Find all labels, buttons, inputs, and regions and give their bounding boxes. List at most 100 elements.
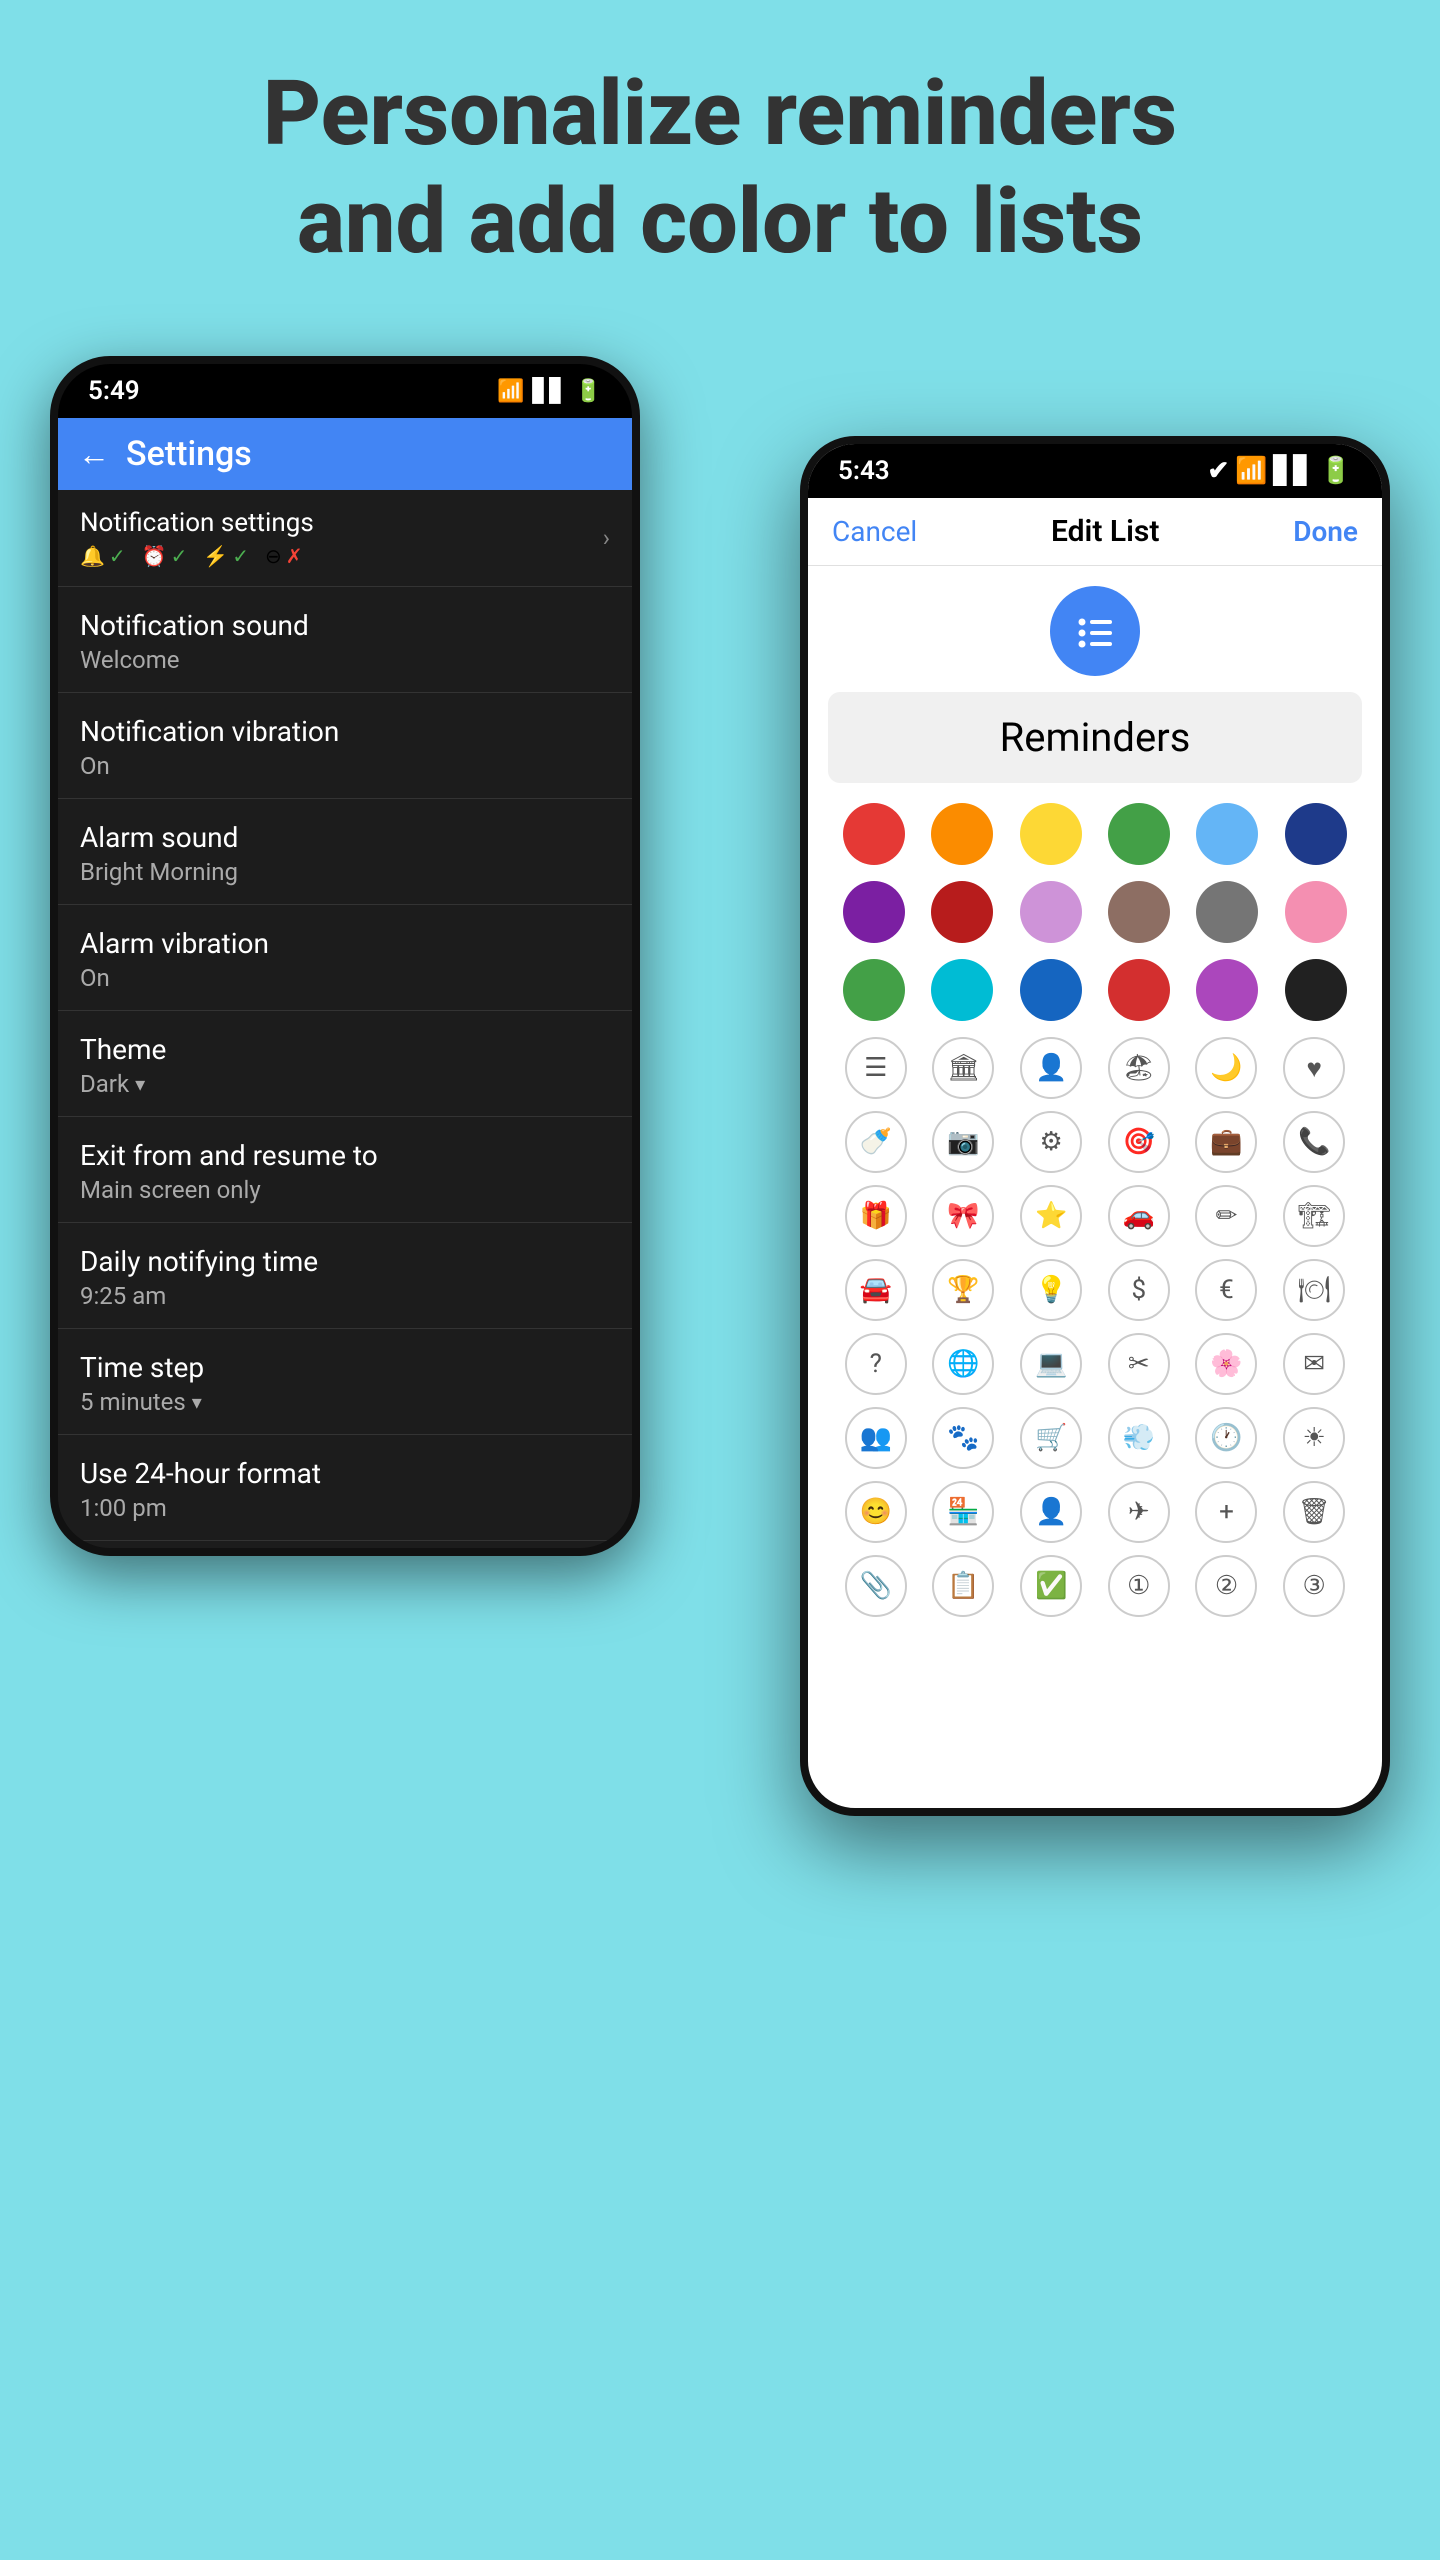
icon-person[interactable]: 👤 bbox=[1020, 1037, 1082, 1099]
icon-vehicle[interactable]: 🚘 bbox=[845, 1259, 907, 1321]
color-black[interactable] bbox=[1285, 959, 1347, 1021]
icon-list[interactable]: ☰ bbox=[845, 1037, 907, 1099]
settings-row-theme[interactable]: Theme Dark ▾ bbox=[58, 1011, 632, 1117]
done-button[interactable]: Done bbox=[1293, 515, 1358, 548]
icon-fan[interactable]: 💨 bbox=[1108, 1407, 1170, 1469]
icon-flower[interactable]: 🌸 bbox=[1195, 1333, 1257, 1395]
icon-sun[interactable]: ☀ bbox=[1283, 1407, 1345, 1469]
icon-ribbon[interactable]: 🎀 bbox=[932, 1185, 994, 1247]
row-value: Welcome bbox=[80, 646, 610, 674]
row-title: Notification sound bbox=[80, 609, 610, 642]
color-green[interactable] bbox=[1108, 803, 1170, 865]
icon-people[interactable]: 👥 bbox=[845, 1407, 907, 1469]
cancel-button[interactable]: Cancel bbox=[832, 515, 917, 548]
settings-row-exit-resume[interactable]: Exit from and resume to Main screen only bbox=[58, 1117, 632, 1223]
row-value: On bbox=[80, 752, 610, 780]
notification-settings-row[interactable]: Notification settings 🔔 ✓ ⏰ ✓ ⚡ ✓ bbox=[58, 490, 632, 587]
icon-car[interactable]: 🚗 bbox=[1108, 1185, 1170, 1247]
notif-icon-2: ⏰ ✓ bbox=[142, 544, 188, 568]
icon-user[interactable]: 👤 bbox=[1020, 1481, 1082, 1543]
icon-target[interactable]: 🎯 bbox=[1108, 1111, 1170, 1173]
icon-moon[interactable]: 🌙 bbox=[1195, 1037, 1257, 1099]
icon-star[interactable]: ⭐ bbox=[1020, 1185, 1082, 1247]
icon-euro[interactable]: € bbox=[1195, 1259, 1257, 1321]
row-title: Alarm vibration bbox=[80, 927, 610, 960]
color-teal[interactable] bbox=[931, 959, 993, 1021]
icon-checkmark[interactable]: ✅ bbox=[1020, 1555, 1082, 1617]
icon-bulb[interactable]: 💡 bbox=[1020, 1259, 1082, 1321]
icon-pencil[interactable]: ✏ bbox=[1195, 1185, 1257, 1247]
icon-gift[interactable]: 🎁 bbox=[845, 1185, 907, 1247]
icon-paperclip[interactable]: 📎 bbox=[845, 1555, 907, 1617]
color-bright-green[interactable] bbox=[843, 959, 905, 1021]
icon-question[interactable]: ? bbox=[845, 1333, 907, 1395]
list-name-input[interactable]: Reminders bbox=[828, 692, 1362, 783]
icon-baby[interactable]: 🍼 bbox=[845, 1111, 907, 1173]
icon-one[interactable]: ① bbox=[1108, 1555, 1170, 1617]
icon-briefcase[interactable]: 💼 bbox=[1195, 1111, 1257, 1173]
phone2-app-header: Cancel Edit List Done bbox=[808, 498, 1382, 566]
icon-gear[interactable]: ⚙ bbox=[1020, 1111, 1082, 1173]
settings-row-notification-vibration[interactable]: Notification vibration On bbox=[58, 693, 632, 799]
icon-clock[interactable]: 🕐 bbox=[1195, 1407, 1257, 1469]
color-brown[interactable] bbox=[1108, 881, 1170, 943]
settings-row-alarm-sound[interactable]: Alarm sound Bright Morning bbox=[58, 799, 632, 905]
icon-globe[interactable]: 🌐 bbox=[932, 1333, 994, 1395]
phone2-content: Reminders bbox=[808, 566, 1382, 1637]
icon-three[interactable]: ③ bbox=[1283, 1555, 1345, 1617]
phone2-status-icons: ✔ 📶 ▋▋ 🔋 bbox=[1207, 456, 1352, 486]
icon-dollar[interactable]: $ bbox=[1108, 1259, 1170, 1321]
settings-row-notification-sound[interactable]: Notification sound Welcome bbox=[58, 587, 632, 693]
color-red[interactable] bbox=[843, 803, 905, 865]
color-crimson[interactable] bbox=[1108, 959, 1170, 1021]
icon-trash[interactable]: 🗑 bbox=[1283, 1481, 1345, 1543]
settings-row-photos[interactable]: Remind me with photos bbox=[58, 1541, 632, 1556]
icon-shop[interactable]: 🏪 bbox=[932, 1481, 994, 1543]
icon-laptop[interactable]: 💻 bbox=[1020, 1333, 1082, 1395]
icon-heart[interactable]: ♥ bbox=[1283, 1037, 1345, 1099]
color-purple[interactable] bbox=[843, 881, 905, 943]
battery-icon: 🔋 bbox=[575, 379, 602, 404]
icon-food[interactable]: 🍽 bbox=[1283, 1259, 1345, 1321]
icon-trophy[interactable]: 🏆 bbox=[932, 1259, 994, 1321]
icon-smile[interactable]: 😊 bbox=[845, 1481, 907, 1543]
color-deep-blue[interactable] bbox=[1020, 959, 1082, 1021]
settings-row-daily-time[interactable]: Daily notifying time 9:25 am bbox=[58, 1223, 632, 1329]
icon-construction[interactable]: 🏗 bbox=[1283, 1185, 1345, 1247]
settings-row-alarm-vibration[interactable]: Alarm vibration On bbox=[58, 905, 632, 1011]
icon-mail[interactable]: ✉ bbox=[1283, 1333, 1345, 1395]
list-icon-button[interactable] bbox=[1050, 586, 1140, 676]
color-yellow[interactable] bbox=[1020, 803, 1082, 865]
settings-row-24hour[interactable]: Use 24-hour format 1:00 pm bbox=[58, 1435, 632, 1541]
phone1-settings: 5:49 📶 ▋▋ 🔋 ← Settings Notification sett… bbox=[50, 356, 640, 1556]
row-title: Alarm sound bbox=[80, 821, 610, 854]
icons-grid: ☰ 🏛 👤 🏖 🌙 ♥ 🍼 📷 ⚙ 🎯 💼 📞 🎁 🎀 ⭐ 🚗 ✏ 🏗 🚘 bbox=[828, 1037, 1362, 1617]
settings-row-time-step[interactable]: Time step 5 minutes ▾ bbox=[58, 1329, 632, 1435]
icon-plus[interactable]: + bbox=[1195, 1481, 1257, 1543]
icon-camera[interactable]: 📷 bbox=[932, 1111, 994, 1173]
icon-phone[interactable]: 📞 bbox=[1283, 1111, 1345, 1173]
color-gray[interactable] bbox=[1196, 881, 1258, 943]
color-medium-purple[interactable] bbox=[1196, 959, 1258, 1021]
icon-paw[interactable]: 🐾 bbox=[932, 1407, 994, 1469]
icon-bank[interactable]: 🏛 bbox=[932, 1037, 994, 1099]
color-dark-red[interactable] bbox=[931, 881, 993, 943]
back-button[interactable]: ← bbox=[78, 435, 110, 473]
notif-icon-1: 🔔 ✓ bbox=[80, 544, 126, 568]
phone2-time: 5:43 bbox=[838, 456, 890, 486]
notification-icons: 🔔 ✓ ⏰ ✓ ⚡ ✓ ⊖ ✗ bbox=[80, 544, 314, 568]
color-light-blue[interactable] bbox=[1196, 803, 1258, 865]
icon-beach[interactable]: 🏖 bbox=[1108, 1037, 1170, 1099]
color-lavender[interactable] bbox=[1020, 881, 1082, 943]
icon-two[interactable]: ② bbox=[1195, 1555, 1257, 1617]
icon-basket[interactable]: 🛒 bbox=[1020, 1407, 1082, 1469]
color-dark-blue[interactable] bbox=[1285, 803, 1347, 865]
row-value: On bbox=[80, 964, 610, 992]
color-pink[interactable] bbox=[1285, 881, 1347, 943]
row-value: Dark ▾ bbox=[80, 1070, 166, 1098]
icon-clipboard[interactable]: 📋 bbox=[932, 1555, 994, 1617]
phone1-status-icons: 📶 ▋▋ 🔋 bbox=[497, 379, 602, 404]
icon-plane[interactable]: ✈ bbox=[1108, 1481, 1170, 1543]
icon-scissors[interactable]: ✂ bbox=[1108, 1333, 1170, 1395]
color-orange[interactable] bbox=[931, 803, 993, 865]
